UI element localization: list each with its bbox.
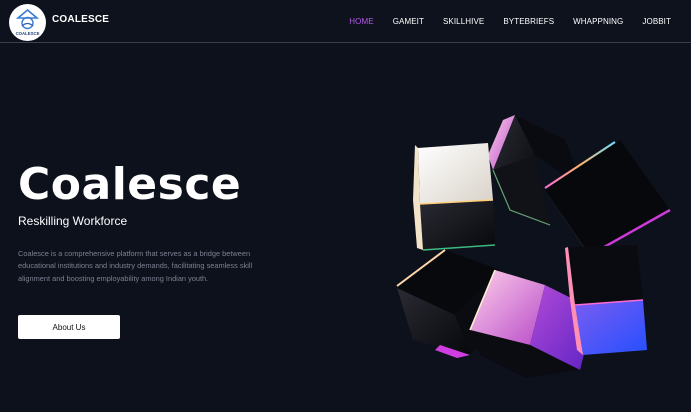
logo-text: COALESCE: [16, 31, 40, 36]
cubes-illustration: [396, 115, 671, 378]
nav-gameit[interactable]: GAMEIT: [393, 17, 424, 26]
nav-skillhive[interactable]: SKILLHIVE: [443, 17, 484, 26]
cube-top-left: [413, 143, 496, 251]
hero-subtitle: Reskilling Workforce: [18, 214, 128, 228]
nav-jobbit[interactable]: JOBBIT: [642, 17, 671, 26]
nav-home[interactable]: HOME: [349, 17, 373, 26]
about-us-button[interactable]: About Us: [18, 315, 120, 339]
main-nav: HOME GAMEIT SKILLHIVE BYTEBRIEFS WHAPPNI…: [330, 17, 671, 26]
hero-description: Coalesce is a comprehensive platform tha…: [18, 249, 253, 283]
nav-whappning[interactable]: WHAPPNING: [573, 17, 623, 26]
navbar: COALESCE COALESCE HOME GAMEIT SKILLHIVE …: [0, 0, 691, 43]
coalesce-logo-icon[interactable]: COALESCE: [9, 4, 46, 41]
hero-title: Coalesce: [18, 159, 242, 210]
brand-name[interactable]: COALESCE: [52, 14, 109, 25]
cube-bottom-right: [565, 245, 647, 355]
nav-bytebriefs[interactable]: BYTEBRIEFS: [503, 17, 554, 26]
